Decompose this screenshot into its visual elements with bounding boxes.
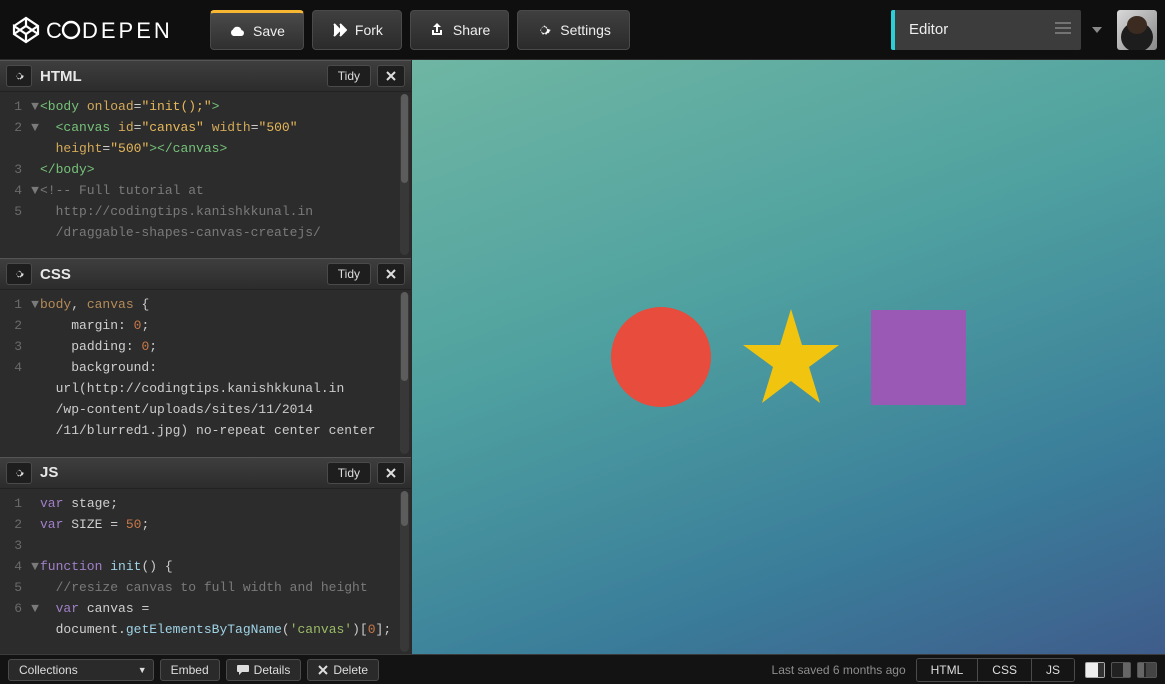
fork-icon	[331, 22, 347, 38]
pane-title-css: CSS	[40, 266, 327, 283]
tidy-button-html[interactable]: Tidy	[327, 65, 371, 87]
pane-header-html: HTML Tidy	[0, 60, 411, 92]
delete-button[interactable]: Delete	[307, 659, 379, 681]
fork-button[interactable]: Fork	[312, 10, 402, 50]
scrollbar-css[interactable]	[400, 292, 409, 453]
details-label: Details	[254, 663, 291, 677]
cloud-save-icon	[229, 23, 245, 39]
collections-label: Collections	[19, 663, 78, 677]
main-area: HTML Tidy 12 345 ▼<body onload="init();"…	[0, 60, 1165, 654]
pane-css: CSS Tidy 1234 ▼body, canvas { margin: 0;…	[0, 258, 411, 456]
pane-settings-html[interactable]	[6, 65, 32, 87]
share-button[interactable]: Share	[410, 10, 509, 50]
settings-button[interactable]: Settings	[517, 10, 630, 50]
embed-button[interactable]: Embed	[160, 659, 220, 681]
view-tab-editor[interactable]: Editor	[891, 10, 1081, 50]
save-label: Save	[253, 23, 285, 39]
settings-label: Settings	[560, 22, 611, 38]
layout-right-icon[interactable]	[1111, 662, 1131, 678]
avatar[interactable]	[1117, 10, 1157, 50]
seg-css[interactable]: CSS	[978, 659, 1032, 681]
comment-icon	[237, 665, 249, 675]
tidy-button-css[interactable]: Tidy	[327, 263, 371, 285]
share-label: Share	[453, 22, 490, 38]
gear-icon	[13, 70, 25, 82]
close-icon	[386, 71, 396, 81]
close-icon	[386, 269, 396, 279]
view-segment: HTML CSS JS	[916, 658, 1075, 682]
pane-title-html: HTML	[40, 68, 327, 85]
pane-header-css: CSS Tidy	[0, 258, 411, 290]
pane-settings-js[interactable]	[6, 462, 32, 484]
seg-js[interactable]: JS	[1032, 659, 1074, 681]
gear-icon	[13, 268, 25, 280]
editors-column: HTML Tidy 12 345 ▼<body onload="init();"…	[0, 60, 412, 654]
gear-icon	[536, 22, 552, 38]
close-button-html[interactable]	[377, 65, 405, 87]
codepen-logo[interactable]: C DEPEN	[8, 15, 206, 45]
seg-html[interactable]: HTML	[917, 659, 979, 681]
scrollbar-html[interactable]	[400, 94, 409, 255]
shape-star[interactable]	[741, 307, 841, 407]
bottombar: Collections ▼ Embed Details Delete Last …	[0, 654, 1165, 684]
gear-icon	[13, 467, 25, 479]
delete-label: Delete	[333, 663, 368, 677]
pane-js: JS Tidy 123456 var stage; var SIZE = 50;…	[0, 457, 411, 654]
layout-switcher	[1085, 662, 1157, 678]
save-button[interactable]: Save	[210, 10, 304, 50]
pane-settings-css[interactable]	[6, 263, 32, 285]
layout-split-icon[interactable]	[1137, 662, 1157, 678]
menu-icon	[1055, 21, 1071, 38]
preview-pane[interactable]	[412, 60, 1165, 654]
pane-header-js: JS Tidy	[0, 457, 411, 489]
scrollbar-js[interactable]	[400, 491, 409, 652]
share-icon	[429, 22, 445, 38]
code-editor-css[interactable]: 1234 ▼body, canvas { margin: 0; padding:…	[0, 290, 411, 455]
shape-square[interactable]	[871, 310, 966, 405]
chevron-down-icon: ▼	[138, 665, 147, 675]
pane-html: HTML Tidy 12 345 ▼<body onload="init();"…	[0, 60, 411, 258]
svg-text:DEPEN: DEPEN	[82, 18, 173, 43]
status-text: Last saved 6 months ago	[772, 663, 906, 677]
shape-circle[interactable]	[611, 307, 711, 407]
layout-left-icon[interactable]	[1085, 662, 1105, 678]
collections-dropdown[interactable]: Collections ▼	[8, 659, 154, 681]
close-icon	[386, 468, 396, 478]
account-dropdown[interactable]	[1085, 10, 1109, 50]
canvas-shapes	[611, 307, 966, 407]
close-icon	[318, 665, 328, 675]
close-button-js[interactable]	[377, 462, 405, 484]
tidy-button-js[interactable]: Tidy	[327, 462, 371, 484]
topbar: C DEPEN Save Fork Share Settings Editor	[0, 0, 1165, 60]
code-editor-js[interactable]: 123456 var stage; var SIZE = 50; ▼functi…	[0, 489, 411, 654]
view-tab-label: Editor	[909, 21, 948, 38]
fork-label: Fork	[355, 22, 383, 38]
close-button-css[interactable]	[377, 263, 405, 285]
details-button[interactable]: Details	[226, 659, 302, 681]
code-editor-html[interactable]: 12 345 ▼<body onload="init();"> ▼ <canva…	[0, 92, 411, 257]
pane-title-js: JS	[40, 464, 327, 481]
